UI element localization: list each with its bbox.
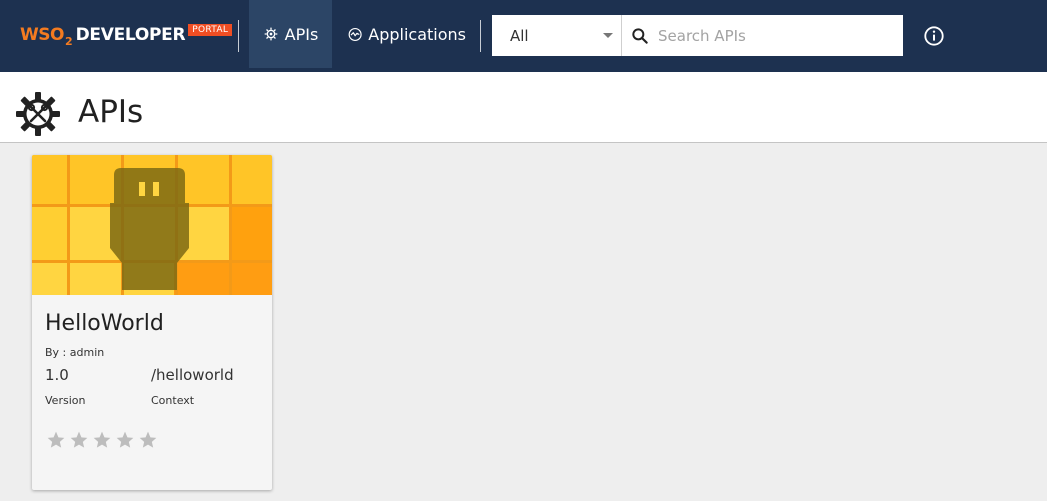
star-icon[interactable] xyxy=(138,430,158,450)
gear-icon xyxy=(264,27,278,41)
search-filter-select[interactable]: All xyxy=(492,15,622,56)
api-version-label: Version xyxy=(45,394,86,407)
gear-wrench-icon xyxy=(16,92,60,136)
star-icon[interactable] xyxy=(69,430,89,450)
nav-tab-apis-label: APIs xyxy=(284,24,319,44)
logo-two-text: 2 xyxy=(64,34,73,48)
wso2-developer-portal-logo[interactable]: WSO 2 DEVELOPER PORTAL xyxy=(20,22,233,48)
star-icon[interactable] xyxy=(115,430,135,450)
page-title: APIs xyxy=(78,94,144,130)
logo-portal-badge: PORTAL xyxy=(188,24,233,36)
search-field xyxy=(622,15,903,56)
nav-divider xyxy=(480,20,481,52)
star-icon[interactable] xyxy=(46,430,66,450)
api-context-label: Context xyxy=(151,394,195,407)
search-bar: All xyxy=(492,15,903,56)
api-thumbnail[interactable] xyxy=(32,155,272,295)
info-icon[interactable] xyxy=(923,25,945,47)
api-rating[interactable] xyxy=(46,430,158,450)
api-name[interactable]: HelloWorld xyxy=(45,311,164,336)
caret-down-icon xyxy=(603,33,613,38)
search-icon xyxy=(632,27,648,44)
api-card[interactable]: HelloWorld By : admin 1.0 /helloworld Ve… xyxy=(32,155,272,490)
top-navigation-bar: WSO 2 DEVELOPER PORTAL APIs Applications… xyxy=(0,0,1047,72)
search-input[interactable] xyxy=(658,26,898,45)
nav-tab-applications-label: Applications xyxy=(368,24,466,44)
api-context: /helloworld xyxy=(151,366,234,384)
star-icon[interactable] xyxy=(92,430,112,450)
api-owner: By : admin xyxy=(45,346,105,359)
search-filter-value: All xyxy=(510,26,529,45)
activity-icon xyxy=(348,27,362,41)
nav-tab-applications[interactable]: Applications xyxy=(336,0,466,68)
api-version: 1.0 xyxy=(45,366,69,384)
nav-divider xyxy=(238,20,239,52)
page-header: APIs xyxy=(0,72,1047,143)
logo-developer-text: DEVELOPER xyxy=(75,25,186,45)
nav-tab-apis[interactable]: APIs xyxy=(249,0,332,68)
logo-wso-text: WSO xyxy=(20,25,64,45)
